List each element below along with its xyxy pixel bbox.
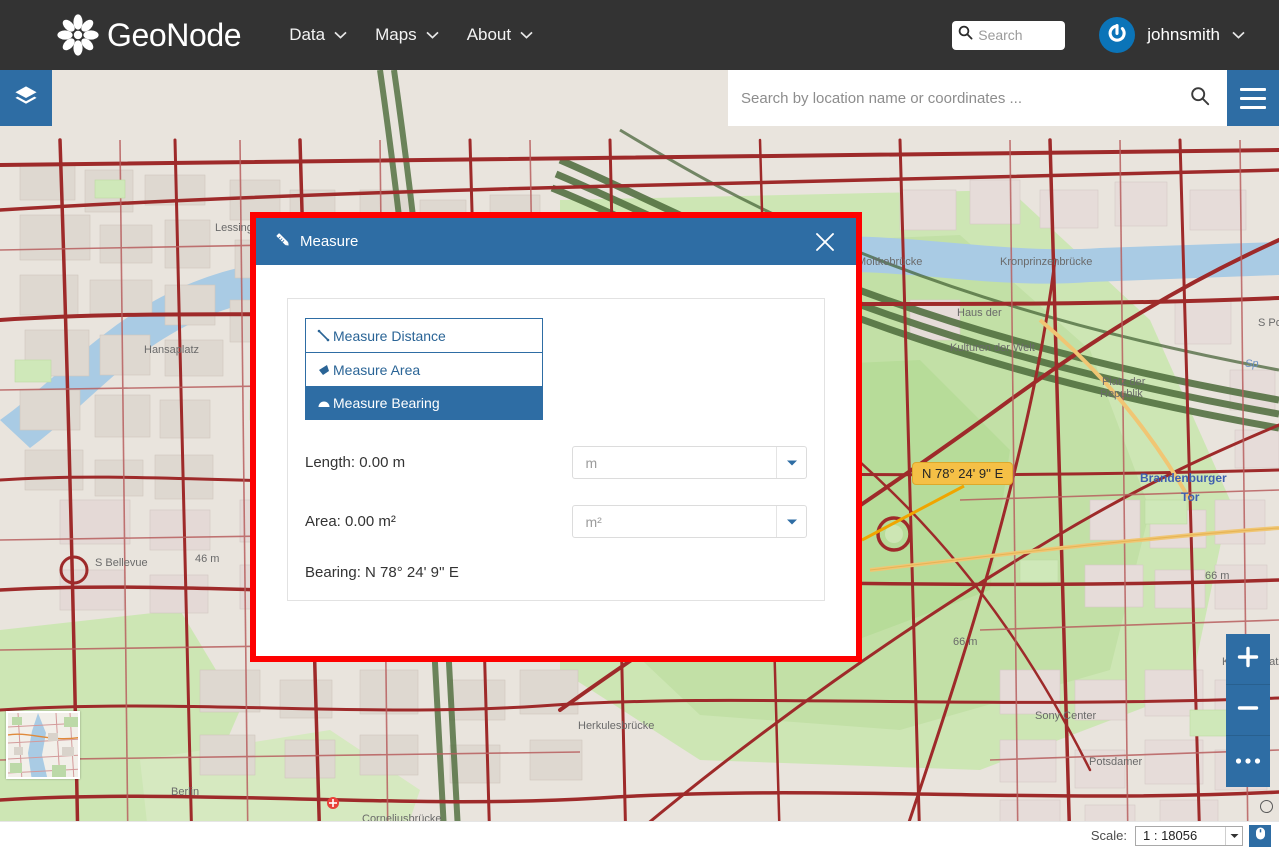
- layers-icon: [13, 83, 39, 114]
- zoom-in-button[interactable]: [1226, 634, 1270, 685]
- user-avatar[interactable]: [1099, 17, 1136, 53]
- area-result-row: Area: 0.00 m² m²: [305, 505, 807, 538]
- protractor-icon: [316, 396, 332, 410]
- measure-dialog-body: Measure Distance Measure Area Measure Be…: [256, 265, 856, 656]
- brand-name: GeoNode: [107, 16, 242, 53]
- username-label: johnsmith: [1147, 25, 1220, 44]
- map-search-field[interactable]: [728, 70, 1227, 126]
- nav-item-maps[interactable]: Maps: [361, 0, 453, 70]
- main-nav: Data Maps About: [275, 0, 547, 70]
- length-label: Length: 0.00 m: [305, 454, 406, 471]
- measure-bearing-label: Measure Bearing: [333, 395, 440, 411]
- map-search-bar: [728, 70, 1279, 126]
- mouse-pointer-icon: [1254, 826, 1267, 846]
- measure-dialog: Measure Measure Distance Measure Area Me…: [250, 212, 862, 662]
- hamburger-menu-icon: [1240, 87, 1266, 109]
- polygon-icon: [316, 363, 332, 377]
- map-menu-button[interactable]: [1227, 70, 1279, 126]
- area-unit-value: m²: [585, 513, 602, 530]
- diagonal-line-icon: [316, 329, 332, 343]
- map-more-options-button[interactable]: [1226, 736, 1270, 787]
- chevron-down-icon: [334, 31, 347, 39]
- mouse-coordinates-button[interactable]: [1249, 824, 1271, 847]
- circle-icon: [1260, 800, 1273, 813]
- chevron-down-icon: [426, 31, 439, 39]
- plus-icon: [1236, 645, 1260, 674]
- nav-item-about[interactable]: About: [453, 0, 547, 70]
- chevron-down-icon: [1232, 31, 1245, 39]
- measure-area-button[interactable]: Measure Area: [305, 352, 543, 386]
- scale-value: 1 : 18056: [1143, 828, 1198, 843]
- scale-select[interactable]: 1 : 18056: [1135, 825, 1243, 846]
- length-unit-select[interactable]: m: [572, 446, 807, 479]
- nav-item-data-label: Data: [289, 25, 326, 44]
- ellipsis-icon: [1234, 753, 1262, 771]
- length-unit-value: m: [585, 454, 598, 471]
- user-menu[interactable]: johnsmith: [1147, 25, 1245, 45]
- measure-dialog-header: Measure: [256, 218, 856, 265]
- global-search-box[interactable]: [952, 20, 1066, 50]
- power-avatar-icon: [1105, 21, 1129, 50]
- map-zoom-controls: [1226, 634, 1270, 787]
- chevron-down-icon: [777, 518, 806, 526]
- chevron-down-icon: [520, 31, 533, 39]
- zoom-out-button[interactable]: [1226, 685, 1270, 736]
- close-icon[interactable]: [810, 227, 840, 257]
- measure-dialog-title: Measure: [300, 233, 359, 250]
- nav-item-data[interactable]: Data: [275, 0, 361, 70]
- nav-item-about-label: About: [466, 25, 512, 44]
- geonode-map-viewer: LessingbrückeMoabiterBrückeSpreeHansapla…: [0, 0, 1279, 849]
- chevron-down-icon: [1225, 826, 1242, 845]
- nav-item-maps-label: Maps: [375, 25, 417, 44]
- chevron-down-icon: [777, 459, 806, 467]
- minus-icon: [1236, 696, 1260, 725]
- area-label: Area: 0.00 m²: [305, 513, 396, 530]
- flower-logo-icon: [56, 13, 100, 57]
- bearing-label: Bearing: N 78° 24' 9'' E: [305, 564, 459, 581]
- overview-map-thumbnail[interactable]: [6, 711, 80, 779]
- measure-area-label: Measure Area: [333, 361, 421, 378]
- measure-mode-group: Measure Distance Measure Area Measure Be…: [305, 318, 543, 420]
- measure-bearing-button[interactable]: Measure Bearing: [305, 386, 543, 420]
- map-marker-icon: [326, 796, 340, 815]
- top-navbar: GeoNode Data Maps About Search johnsmith: [0, 0, 1279, 70]
- layers-panel-button[interactable]: [0, 70, 52, 126]
- global-search-input[interactable]: [978, 27, 1060, 43]
- measure-distance-label: Measure Distance: [333, 327, 446, 344]
- bearing-result-row: Bearing: N 78° 24' 9'' E: [305, 564, 807, 581]
- search-icon: [958, 25, 973, 45]
- search-icon[interactable]: [1181, 86, 1219, 111]
- ruler-pencil-icon: [274, 231, 291, 253]
- bearing-tooltip: N 78° 24' 9'' E: [912, 462, 1014, 485]
- measure-panel: Measure Distance Measure Area Measure Be…: [287, 298, 825, 601]
- navbar-right: johnsmith: [952, 17, 1245, 53]
- scale-label: Scale:: [1090, 828, 1127, 843]
- measure-distance-button[interactable]: Measure Distance: [305, 318, 543, 352]
- area-unit-select[interactable]: m²: [572, 505, 807, 538]
- status-bar: Scale: 1 : 18056: [0, 821, 1279, 849]
- map-search-input[interactable]: [741, 89, 1181, 107]
- brand-home-link[interactable]: GeoNode: [56, 0, 242, 70]
- length-result-row: Length: 0.00 m m: [305, 446, 807, 479]
